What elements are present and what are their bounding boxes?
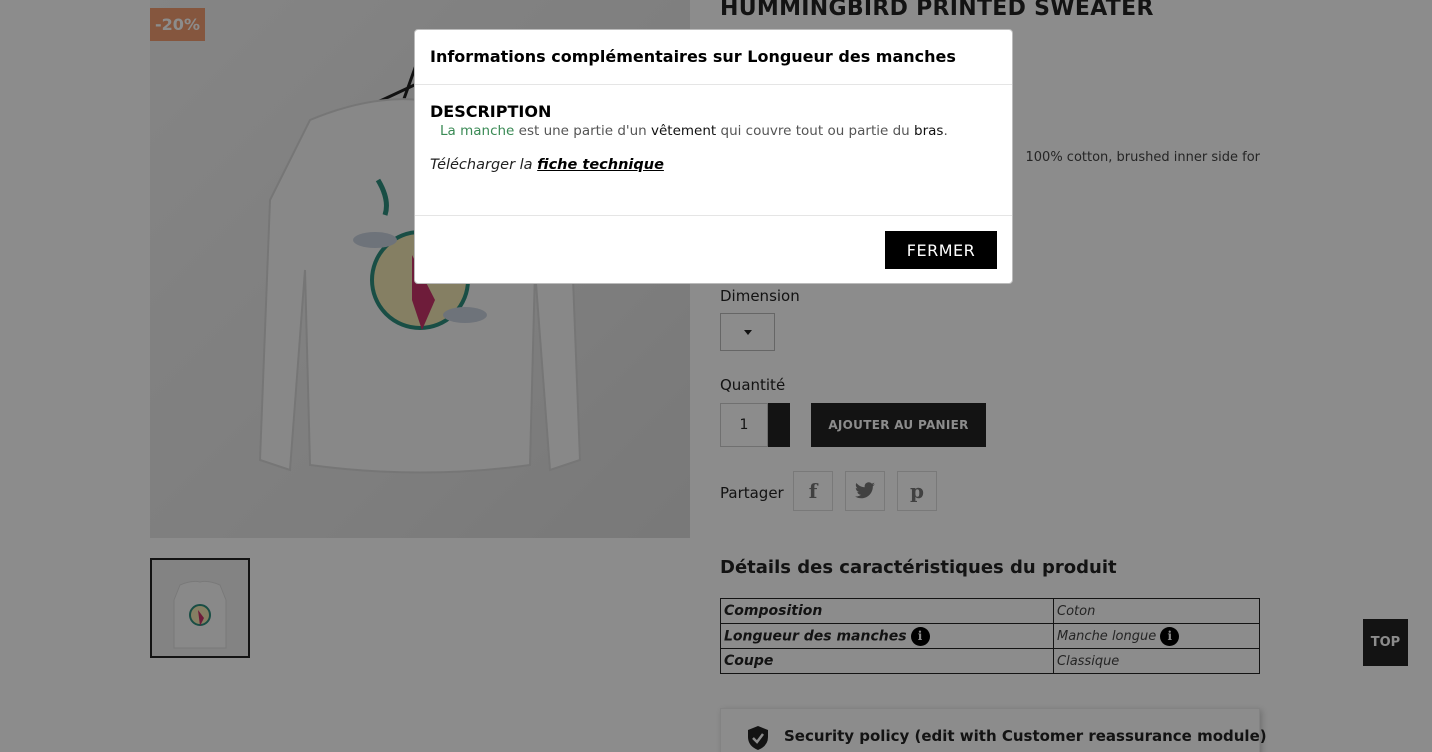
description-fragment: . (943, 123, 948, 139)
info-modal: Informations complémentaires sur Longueu… (414, 29, 1013, 284)
modal-footer: FERMER (415, 216, 1012, 284)
technical-sheet-link[interactable]: fiche technique (537, 157, 664, 173)
description-heading: DESCRIPTION (430, 102, 552, 121)
modal-body: DESCRIPTION La manche est une partie d'u… (415, 85, 1012, 216)
download-line: Télécharger la fiche technique (430, 157, 997, 173)
description-link-manche[interactable]: La manche (440, 123, 514, 139)
description-fragment: est une partie d'un (514, 123, 652, 139)
description-link-vetement[interactable]: vêtement (651, 123, 716, 139)
description-text: La manche est une partie d'un vêtement q… (430, 123, 997, 139)
modal-header: Informations complémentaires sur Longueu… (415, 30, 1012, 85)
modal-title: Informations complémentaires sur Longueu… (430, 47, 956, 66)
description-link-bras[interactable]: bras (914, 123, 943, 139)
description-fragment: qui couvre tout ou partie du (716, 123, 915, 139)
download-prefix: Télécharger la (430, 157, 538, 173)
close-button[interactable]: FERMER (885, 231, 997, 269)
